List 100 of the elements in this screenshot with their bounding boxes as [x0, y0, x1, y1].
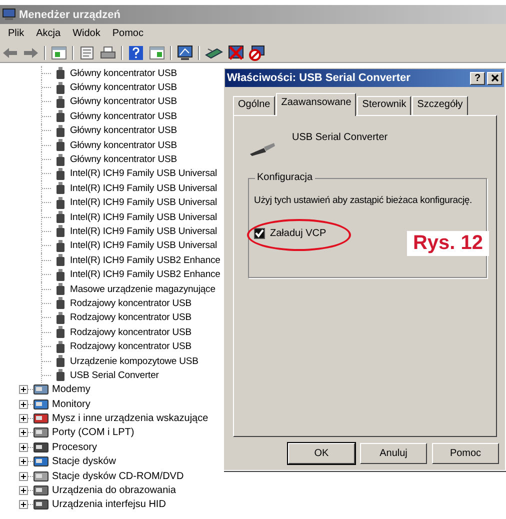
- tree-item[interactable]: Główny koncentrator USB: [70, 140, 177, 151]
- usb-plug-icon: [56, 182, 65, 194]
- tab[interactable]: Szczegóły: [412, 96, 468, 115]
- help-icon[interactable]: [128, 44, 144, 60]
- tree-item[interactable]: Rodzajowy koncentrator USB: [70, 312, 192, 324]
- tree-item[interactable]: Mysz i inne urządzenia wskazujące: [52, 413, 208, 424]
- computer-icon: [2, 8, 16, 21]
- usb-plug-icon: [56, 96, 65, 108]
- usb-plug-icon: [56, 124, 65, 137]
- usb-plug-icon: [56, 67, 65, 80]
- window-title: Menedżer urządzeń: [19, 8, 120, 20]
- usb-plug-icon: [56, 268, 65, 281]
- tree-item[interactable]: Główny koncentrator USB: [70, 125, 177, 136]
- usb-plug-icon: [56, 110, 65, 122]
- device-icon: [33, 426, 49, 440]
- usb-plug-icon: [56, 168, 65, 180]
- tree-item[interactable]: Porty (COM i LPT): [52, 427, 134, 438]
- expand-icon[interactable]: [19, 457, 28, 466]
- usb-plug-icon: [56, 211, 65, 224]
- tree-item[interactable]: Główny koncentrator USB: [70, 68, 177, 79]
- usb-plug-icon: [56, 82, 65, 94]
- print-icon[interactable]: [100, 46, 116, 60]
- group-title: Konfiguracja: [255, 172, 315, 183]
- usb-plug-icon: [56, 340, 65, 353]
- usb-plug-icon: [56, 355, 65, 367]
- menu-item[interactable]: Widok: [66, 28, 106, 39]
- expand-icon[interactable]: [19, 442, 28, 452]
- tab[interactable]: Ogólne: [233, 96, 276, 115]
- close-icon: [490, 74, 498, 82]
- tree-item[interactable]: Intel(R) ICH9 Family USB Universal: [70, 182, 218, 194]
- usb-plug-icon: [56, 297, 65, 310]
- expand-icon[interactable]: [19, 414, 28, 424]
- tree-item[interactable]: Główny koncentrator USB: [70, 82, 177, 94]
- tree-item[interactable]: Intel(R) ICH9 Family USB Universal: [70, 197, 218, 208]
- tree-item[interactable]: Intel(R) ICH9 Family USB Universal: [70, 226, 218, 237]
- dialog-button[interactable]: Pomoc: [432, 443, 499, 464]
- usb-plug-icon: [56, 240, 65, 252]
- network-card-icon[interactable]: [205, 46, 223, 60]
- back-arrow-icon[interactable]: [2, 46, 18, 58]
- properties-icon[interactable]: [79, 46, 95, 60]
- expand-icon[interactable]: [19, 428, 28, 438]
- expand-icon[interactable]: [19, 486, 28, 496]
- expand-icon[interactable]: [19, 385, 28, 394]
- tree-item[interactable]: Główny koncentrator USB: [70, 96, 177, 108]
- menu-item[interactable]: Akcja: [30, 28, 67, 39]
- device-icon: [33, 383, 49, 396]
- tree-item[interactable]: Intel(R) ICH9 Family USB2 Enhance: [70, 254, 220, 266]
- usb-plug-icon: [56, 225, 65, 238]
- tree-item[interactable]: USB Serial Converter: [70, 370, 159, 381]
- dialog-button[interactable]: Anuluj: [360, 443, 427, 464]
- device-icon: [33, 412, 49, 426]
- console-tree-icon[interactable]: [51, 46, 67, 60]
- usb-plug-icon: [56, 254, 65, 266]
- tree-item[interactable]: Masowe urządzenie magazynujące: [70, 284, 216, 295]
- usb-plug-icon: [56, 326, 65, 338]
- tree-item[interactable]: Rodzajowy koncentrator USB: [70, 326, 192, 338]
- device-icon: [33, 484, 49, 498]
- uninstall-icon[interactable]: [228, 44, 244, 60]
- help-button[interactable]: ?: [470, 72, 485, 84]
- tree-item[interactable]: Urządzenia interfejsu HID: [52, 499, 166, 510]
- menu-item[interactable]: Pomoc: [106, 28, 150, 39]
- tree-item[interactable]: Główny koncentrator USB: [70, 110, 177, 122]
- expand-icon[interactable]: [19, 472, 28, 481]
- tree-item[interactable]: Urządzenia do obrazowania: [52, 485, 176, 496]
- tree-item[interactable]: Stacje dysków: [52, 456, 116, 468]
- device-icon: [33, 398, 49, 411]
- tree-item[interactable]: Urządzenie kompozytowe USB: [70, 356, 198, 366]
- usb-plug-icon: [56, 196, 65, 209]
- tree-item[interactable]: Intel(R) ICH9 Family USB Universal: [70, 212, 218, 223]
- tab[interactable]: Sterownik: [357, 96, 412, 115]
- figure-caption: Rys. 12: [406, 231, 489, 256]
- tree-item[interactable]: Intel(R) ICH9 Family USB Universal: [70, 168, 218, 180]
- disable-icon[interactable]: [249, 44, 265, 60]
- monitor-scan-icon[interactable]: [177, 44, 193, 60]
- checkbox-label[interactable]: Załaduj VCP: [270, 228, 326, 239]
- usb-plug-icon: [56, 369, 65, 382]
- tab[interactable]: Zaawansowane: [276, 93, 356, 116]
- tree-item[interactable]: Rodzajowy koncentrator USB: [70, 298, 192, 309]
- tree-item[interactable]: Procesory: [52, 442, 98, 453]
- tree-item[interactable]: Główny koncentrator USB: [70, 154, 177, 166]
- dialog-button[interactable]: OK: [288, 443, 355, 464]
- checkbox[interactable]: [254, 228, 265, 239]
- group-description: Użyj tych ustawień aby zastąpić bieżaca konfigurację.: [254, 195, 474, 206]
- tree-item[interactable]: Rodzajowy koncentrator USB: [70, 341, 192, 352]
- menu-item[interactable]: Plik: [2, 28, 30, 39]
- forward-arrow-icon[interactable]: [23, 46, 39, 58]
- dialog-title: Właściwości: USB Serial Converter: [227, 72, 412, 84]
- usb-plug-icon: [56, 154, 65, 166]
- expand-icon[interactable]: [19, 500, 28, 510]
- tree-item[interactable]: Monitory: [52, 398, 90, 410]
- device-icon: [33, 498, 49, 512]
- tree-item[interactable]: Modemy: [52, 384, 90, 396]
- usb-plug-icon: [56, 312, 65, 324]
- tree-item[interactable]: Stacje dysków CD-ROM/DVD: [52, 470, 184, 482]
- tree-item[interactable]: Intel(R) ICH9 Family USB Universal: [70, 240, 218, 252]
- expand-icon[interactable]: [19, 400, 28, 409]
- tree-item[interactable]: Intel(R) ICH9 Family USB2 Enhance: [70, 269, 220, 280]
- usb-cable-icon: [248, 142, 276, 156]
- close-button[interactable]: [487, 72, 502, 84]
- panel-icon[interactable]: [149, 46, 165, 60]
